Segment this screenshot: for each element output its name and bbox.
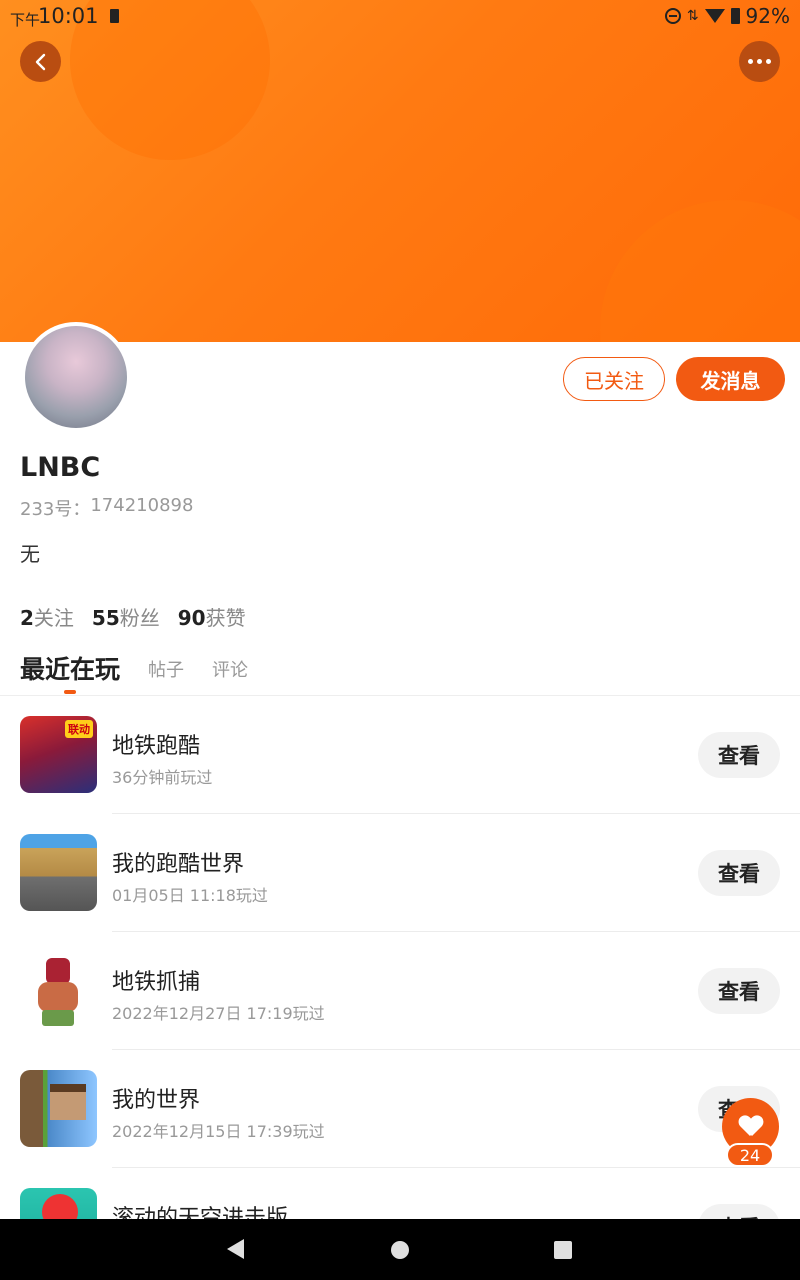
status-indicators: ⇅ 92% [664,4,790,28]
back-button[interactable] [20,41,61,82]
profile-banner [0,0,800,342]
game-played-time: 36分钟前玩过 [112,768,213,787]
user-id-value: 174210898 [90,495,194,516]
heart-icon [739,1116,763,1138]
game-name: 我的世界 [112,1088,201,1113]
stat-count: 55 [91,606,120,630]
stat-count: 2 [20,606,34,630]
sim-icon [110,9,119,23]
tab-comments[interactable]: 评论 [212,656,248,686]
data-arrows-icon: ⇅ [686,8,699,24]
stat-label: 关注 [33,606,74,630]
more-options-button[interactable] [739,41,780,82]
stat-following[interactable]: 2关注 [20,602,74,631]
do-not-disturb-icon [664,8,681,24]
nav-recent-apps-icon[interactable] [554,1241,572,1259]
view-button[interactable]: 查看 [698,732,780,778]
tab-recently-played[interactable]: 最近在玩 [20,650,121,694]
followed-button[interactable]: 已关注 [563,357,665,401]
view-button[interactable]: 查看 [698,968,780,1014]
game-played-time: 2022年12月15日 17:39玩过 [112,1122,325,1141]
game-played-time: 2022年12月27日 17:19玩过 [112,1004,325,1023]
avatar[interactable] [21,322,131,432]
profile-tabs: 最近在玩 帖子 评论 [20,650,248,694]
user-id-label: 233号： [20,499,91,520]
subway-catch-icon [20,952,97,1029]
more-dots-icon [748,59,771,64]
status-bar: 下午 10:01 ⇅ 92% [0,0,800,34]
username: LNBC [20,452,101,483]
tab-posts[interactable]: 帖子 [148,656,184,686]
stat-fans[interactable]: 55粉丝 [92,602,160,631]
game-name: 地铁跑酷 [112,734,201,759]
system-nav-bar [0,1219,800,1280]
user-id: 233号： 174210898 [20,495,193,521]
recent-games-list: 联动 地铁跑酷 36分钟前玩过 查看 我的跑酷世界 01月05日 11:18玩过… [0,696,800,1280]
chevron-left-icon [35,53,45,70]
game-name: 我的跑酷世界 [112,852,245,877]
tab-label: 最近在玩 [20,655,121,684]
battery-percent: 92% [745,4,790,28]
list-item[interactable]: 联动 地铁跑酷 36分钟前玩过 查看 [0,696,800,814]
nav-home-icon[interactable] [391,1241,409,1259]
wifi-icon [704,9,725,23]
subway-surfers-icon: 联动 [20,716,97,793]
stat-label: 获赞 [205,606,246,630]
like-count: 24 [726,1143,774,1167]
avatar-image [25,326,127,428]
minecraft-icon [20,1070,97,1147]
game-name: 地铁抓捕 [112,970,201,995]
game-played-time: 01月05日 11:18玩过 [112,886,268,905]
stat-likes: 90获赞 [178,602,246,631]
status-time: 10:01 [38,4,99,28]
user-bio: 无 [20,542,40,566]
list-item[interactable]: 我的世界 2022年12月15日 17:39玩过 查看 [0,1050,800,1168]
tab-indicator [64,690,76,694]
list-item[interactable]: 地铁抓捕 2022年12月27日 17:19玩过 查看 [0,932,800,1050]
view-button[interactable]: 查看 [698,850,780,896]
profile-stats: 2关注 55粉丝 90获赞 [20,602,246,631]
status-time-prefix: 下午 [10,11,41,29]
banner-decoration [600,200,800,342]
stat-count: 90 [177,606,206,630]
stat-label: 粉丝 [119,606,160,630]
battery-icon [730,8,740,24]
send-message-button[interactable]: 发消息 [676,357,785,401]
parkour-world-icon [20,834,97,911]
list-item[interactable]: 我的跑酷世界 01月05日 11:18玩过 查看 [0,814,800,932]
nav-back-icon[interactable] [227,1239,244,1259]
